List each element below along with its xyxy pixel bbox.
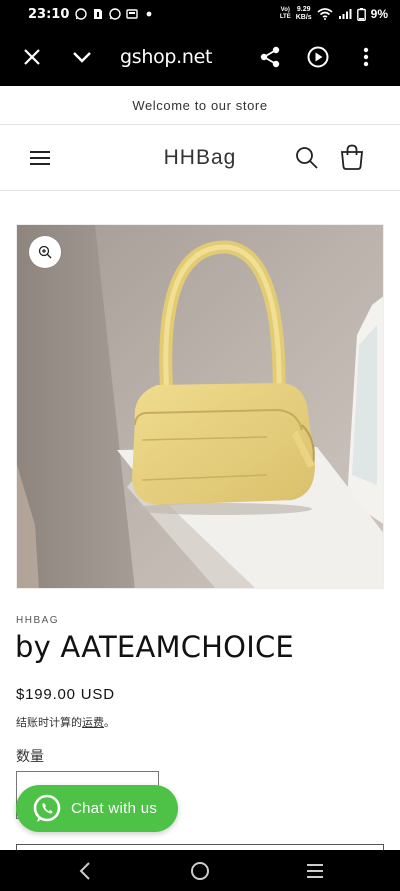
more-notifications-dot-icon: [143, 8, 155, 20]
home-circle-icon: [191, 862, 209, 880]
zoom-in-icon: [38, 245, 52, 259]
product-photo: [17, 225, 383, 588]
back-chevron-icon: [79, 862, 90, 880]
announcement-text: Welcome to our store: [132, 97, 268, 113]
product-title: by AATEAMCHOICE: [15, 630, 294, 664]
close-tab-button[interactable]: [12, 37, 52, 77]
network-speed-unit: KB/s: [295, 14, 312, 21]
battery-icon: [356, 7, 366, 21]
chevron-down-icon: [73, 52, 91, 63]
shipping-suffix: 。: [104, 716, 115, 729]
share-button[interactable]: [246, 37, 294, 77]
gallery-notification-icon: [126, 8, 139, 20]
announcement-bar: Welcome to our store: [0, 86, 400, 125]
recents-lines-icon: [307, 864, 323, 878]
product-image[interactable]: [16, 224, 384, 589]
whatsapp-chat-button[interactable]: Chat with us: [16, 785, 178, 832]
share-icon: [260, 46, 280, 68]
battery-percent: 9%: [370, 7, 388, 21]
more-vertical-icon: [363, 47, 369, 67]
wifi-icon: [317, 8, 333, 20]
close-icon: [24, 49, 40, 65]
status-time: 23:10: [28, 6, 70, 22]
minimize-tab-button[interactable]: [62, 37, 102, 77]
network-speed-value: 9.29: [296, 6, 311, 13]
whatsapp-notification-icon: [75, 8, 88, 20]
whatsapp-notification-icon-2: [109, 8, 122, 20]
shipping-note: 结账时计算的运费。: [16, 714, 115, 730]
site-header: HHBag: [0, 125, 400, 191]
url-text[interactable]: gshop.net: [120, 46, 213, 68]
nav-back-button[interactable]: [72, 858, 98, 884]
quantity-label: 数量: [16, 749, 44, 765]
status-bar: 23:10 Vo) LTE 9.29 KB/s 9%: [0, 0, 400, 28]
product-price: $199.00 USD: [16, 686, 115, 703]
nav-recents-button[interactable]: [302, 858, 328, 884]
product-vendor: HHBAG: [16, 615, 60, 626]
signal-icon: [338, 8, 352, 20]
play-button[interactable]: [294, 37, 342, 77]
network-speed: 9.29 KB/s: [296, 6, 312, 22]
cart-bag-icon: [341, 144, 363, 170]
play-circle-icon: [307, 46, 329, 68]
more-options-button[interactable]: [342, 37, 390, 77]
shipping-prefix: 结账时计算的: [16, 716, 82, 729]
system-nav-bar: [0, 850, 400, 891]
browser-toolbar: gshop.net: [0, 28, 400, 86]
nav-home-button[interactable]: [187, 858, 213, 884]
cart-button[interactable]: [338, 143, 366, 171]
search-icon: [296, 147, 318, 169]
search-button[interactable]: [294, 145, 320, 171]
zoom-button[interactable]: [29, 236, 61, 268]
shipping-link[interactable]: 运费: [82, 716, 104, 729]
chat-label: Chat with us: [71, 800, 158, 817]
volte-indicator: Vo) LTE: [279, 7, 291, 20]
whatsapp-icon: [33, 794, 61, 822]
sim-notification-icon: [92, 8, 104, 20]
